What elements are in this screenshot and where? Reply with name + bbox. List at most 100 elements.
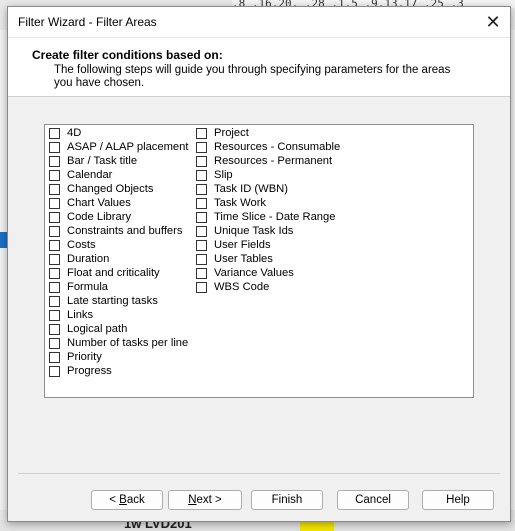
area-item[interactable]: Priority [45, 350, 188, 364]
header-description: The following steps will guide you throu… [54, 64, 451, 89]
area-checkbox[interactable] [196, 225, 207, 237]
area-item[interactable]: 4D [45, 126, 188, 140]
area-item[interactable]: User Tables [192, 252, 340, 266]
area-checkbox[interactable] [196, 211, 207, 223]
area-item[interactable]: Task ID (WBN) [192, 182, 340, 196]
area-item[interactable]: Chart Values [45, 196, 188, 210]
back-mnemonic: B [119, 494, 127, 506]
area-checkbox[interactable] [49, 309, 60, 321]
area-label: Resources - Permanent [214, 155, 333, 167]
area-item[interactable]: Constraints and buffers [45, 224, 188, 238]
area-label: Task ID (WBN) [214, 183, 288, 195]
area-checkbox[interactable] [196, 141, 207, 153]
filter-areas-list[interactable]: 4D ASAP / ALAP placement Bar / Task title C… [44, 124, 474, 398]
area-item[interactable]: Float and criticality [45, 266, 188, 280]
area-item[interactable]: Resources - Permanent [192, 154, 340, 168]
area-label: 4D [67, 127, 82, 139]
area-item[interactable]: Project [192, 126, 340, 140]
area-label: Chart Values [67, 197, 131, 209]
area-checkbox[interactable] [49, 225, 60, 237]
area-item[interactable]: Unique Task Ids [192, 224, 340, 238]
area-label: Number of tasks per line [67, 337, 189, 349]
next-label: ext > [196, 494, 222, 506]
area-item[interactable]: Variance Values [192, 266, 340, 280]
area-checkbox[interactable] [196, 281, 207, 293]
area-checkbox[interactable] [49, 155, 60, 167]
area-item[interactable]: Changed Objects [45, 182, 188, 196]
area-checkbox[interactable] [196, 183, 207, 195]
area-label: Variance Values [214, 267, 294, 279]
area-item[interactable]: Bar / Task title [45, 154, 188, 168]
area-item[interactable]: Task Work [192, 196, 340, 210]
area-label: Bar / Task title [67, 155, 138, 167]
area-checkbox[interactable] [196, 253, 207, 265]
area-item[interactable]: Resources - Consumable [192, 140, 340, 154]
filter-wizard-dialog: Filter Wizard - Filter Areas ✕ Create fi… [7, 6, 511, 522]
area-label: Slip [214, 169, 233, 181]
area-checkbox[interactable] [49, 169, 60, 181]
back-button[interactable]: < Back [91, 490, 163, 510]
area-item[interactable]: Number of tasks per line [45, 336, 188, 350]
area-checkbox[interactable] [196, 155, 207, 167]
area-label: Links [67, 309, 94, 321]
area-checkbox[interactable] [49, 211, 60, 223]
area-label: User Tables [214, 253, 273, 265]
area-checkbox[interactable] [49, 239, 60, 251]
area-label: User Fields [214, 239, 271, 251]
area-label: Duration [67, 253, 110, 265]
area-label: ASAP / ALAP placement [67, 141, 189, 153]
area-label: Progress [67, 365, 112, 377]
areas-column-2: Project Resources - Consumable Resources -… [192, 126, 340, 294]
area-item[interactable]: Links [45, 308, 188, 322]
close-icon[interactable]: ✕ [482, 11, 504, 33]
area-label: Resources - Consumable [214, 141, 341, 153]
area-item[interactable]: Slip [192, 168, 340, 182]
dialog-title: Filter Wizard - Filter Areas [18, 15, 157, 29]
help-button[interactable]: Help [422, 490, 494, 510]
area-label: Constraints and buffers [67, 225, 183, 237]
area-label: Code Library [67, 211, 132, 223]
area-checkbox[interactable] [49, 337, 60, 349]
area-label: Late starting tasks [67, 295, 158, 307]
area-item[interactable]: Calendar [45, 168, 188, 182]
title-bar: Filter Wizard - Filter Areas ✕ [8, 7, 510, 38]
area-item[interactable]: Time Slice - Date Range [192, 210, 340, 224]
area-checkbox[interactable] [196, 127, 207, 139]
area-checkbox[interactable] [49, 267, 60, 279]
next-button[interactable]: Next > [168, 490, 242, 510]
area-checkbox[interactable] [49, 351, 60, 363]
cancel-button[interactable]: Cancel [337, 490, 409, 510]
back-prefix: < [109, 494, 120, 506]
area-label: Calendar [67, 169, 113, 181]
finish-button[interactable]: Finish [251, 490, 323, 510]
area-checkbox[interactable] [49, 323, 60, 335]
area-label: Priority [67, 351, 102, 363]
area-item[interactable]: Formula [45, 280, 188, 294]
area-item[interactable]: Duration [45, 252, 188, 266]
area-checkbox[interactable] [49, 183, 60, 195]
area-label: WBS Code [214, 281, 270, 293]
area-checkbox[interactable] [196, 169, 207, 181]
area-item[interactable]: User Fields [192, 238, 340, 252]
area-checkbox[interactable] [49, 141, 60, 153]
area-item[interactable]: Late starting tasks [45, 294, 188, 308]
area-checkbox[interactable] [49, 295, 60, 307]
area-item[interactable]: Progress [45, 364, 188, 378]
area-item[interactable]: Costs [45, 238, 188, 252]
area-checkbox[interactable] [49, 281, 60, 293]
area-checkbox[interactable] [49, 365, 60, 377]
area-item[interactable]: ASAP / ALAP placement [45, 140, 188, 154]
area-checkbox[interactable] [196, 267, 207, 279]
area-checkbox[interactable] [196, 197, 207, 209]
area-checkbox[interactable] [49, 253, 60, 265]
area-label: Float and criticality [67, 267, 160, 279]
area-item[interactable]: WBS Code [192, 280, 340, 294]
area-label: Logical path [67, 323, 128, 335]
area-label: Changed Objects [67, 183, 154, 195]
area-checkbox[interactable] [49, 127, 60, 139]
area-checkbox[interactable] [49, 197, 60, 209]
next-mnemonic: N [188, 494, 197, 506]
area-checkbox[interactable] [196, 239, 207, 251]
area-item[interactable]: Logical path [45, 322, 188, 336]
area-item[interactable]: Code Library [45, 210, 188, 224]
